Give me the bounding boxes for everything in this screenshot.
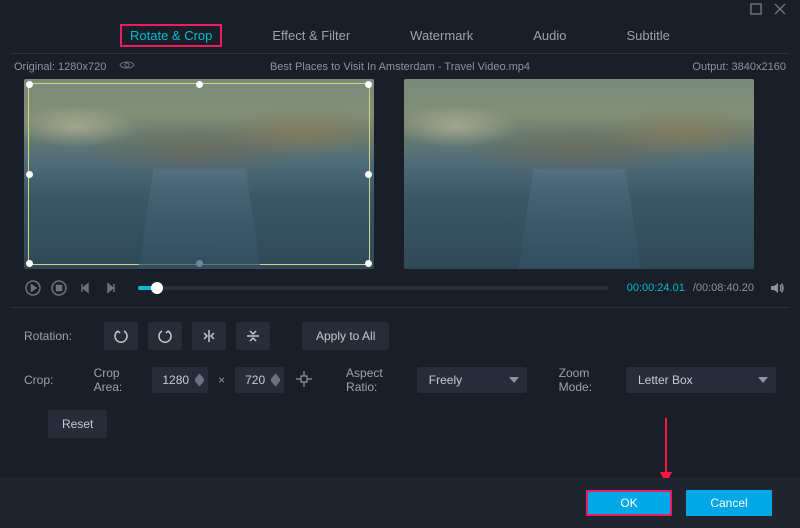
zoom-mode-value: Letter Box (638, 373, 693, 387)
flip-horizontal-button[interactable] (192, 322, 226, 350)
volume-button[interactable] (768, 279, 786, 297)
original-resolution: Original: 1280x720 (14, 61, 106, 73)
tab-subtitle[interactable]: Subtitle (627, 28, 670, 43)
aspect-ratio-value: Freely (429, 373, 462, 387)
rotation-label: Rotation: (24, 329, 94, 343)
seek-knob[interactable] (151, 282, 163, 294)
preview-area (0, 77, 800, 275)
crop-height-field[interactable]: 720 (235, 367, 284, 393)
info-bar: Original: 1280x720 Best Places to Visit … (0, 54, 800, 77)
apply-to-all-button[interactable]: Apply to All (302, 322, 389, 350)
time-current: 00:00:24.01 (627, 282, 685, 294)
maximize-button[interactable] (750, 2, 762, 20)
prev-frame-button[interactable] (76, 279, 94, 297)
crop-height-value: 720 (245, 373, 265, 387)
crop-handle[interactable] (365, 171, 372, 178)
crop-handle[interactable] (196, 81, 203, 88)
cancel-button[interactable]: Cancel (686, 490, 772, 516)
close-button[interactable] (774, 2, 786, 20)
titlebar (0, 0, 800, 22)
crop-handle[interactable] (365, 81, 372, 88)
output-preview (404, 79, 754, 269)
tab-bar: Rotate & Crop Effect & Filter Watermark … (0, 22, 800, 53)
source-preview[interactable] (24, 79, 374, 269)
footer: OK Cancel (0, 478, 800, 528)
rotate-right-button[interactable] (148, 322, 182, 350)
crop-rectangle[interactable] (28, 83, 370, 265)
crop-width-value: 1280 (162, 373, 189, 387)
ok-button[interactable]: OK (586, 490, 672, 516)
play-button[interactable] (24, 279, 42, 297)
aspect-ratio-label: Aspect Ratio: (346, 366, 407, 394)
tab-rotate-crop[interactable]: Rotate & Crop (120, 24, 222, 47)
output-resolution: Output: 3840x2160 (692, 61, 786, 73)
next-frame-button[interactable] (102, 279, 120, 297)
crop-handle[interactable] (365, 260, 372, 267)
seek-bar[interactable] (138, 286, 609, 290)
tab-effect-filter[interactable]: Effect & Filter (272, 28, 350, 43)
playback-bar: 00:00:24.01/00:08:40.20 (0, 275, 800, 307)
crop-handle[interactable] (26, 171, 33, 178)
reset-button[interactable]: Reset (48, 410, 107, 438)
rotate-left-button[interactable] (104, 322, 138, 350)
crop-label: Crop: (24, 373, 84, 387)
time-total: /00:08:40.20 (693, 282, 754, 294)
tab-audio[interactable]: Audio (533, 28, 566, 43)
crop-area-label: Crop Area: (94, 366, 143, 394)
crop-width-field[interactable]: 1280 (152, 367, 208, 393)
multiply-icon: × (218, 373, 225, 387)
zoom-mode-select[interactable]: Letter Box (626, 367, 776, 393)
zoom-mode-label: Zoom Mode: (559, 366, 616, 394)
preview-visibility-icon[interactable] (119, 60, 135, 70)
crop-handle[interactable] (196, 260, 203, 267)
center-crop-icon[interactable] (294, 369, 314, 392)
flip-vertical-button[interactable] (236, 322, 270, 350)
stop-button[interactable] (50, 279, 68, 297)
aspect-ratio-select[interactable]: Freely (417, 367, 527, 393)
controls-panel: Rotation: Apply to All Crop: Crop Area: … (0, 308, 800, 454)
crop-handle[interactable] (26, 81, 33, 88)
crop-handle[interactable] (26, 260, 33, 267)
tab-watermark[interactable]: Watermark (410, 28, 473, 43)
